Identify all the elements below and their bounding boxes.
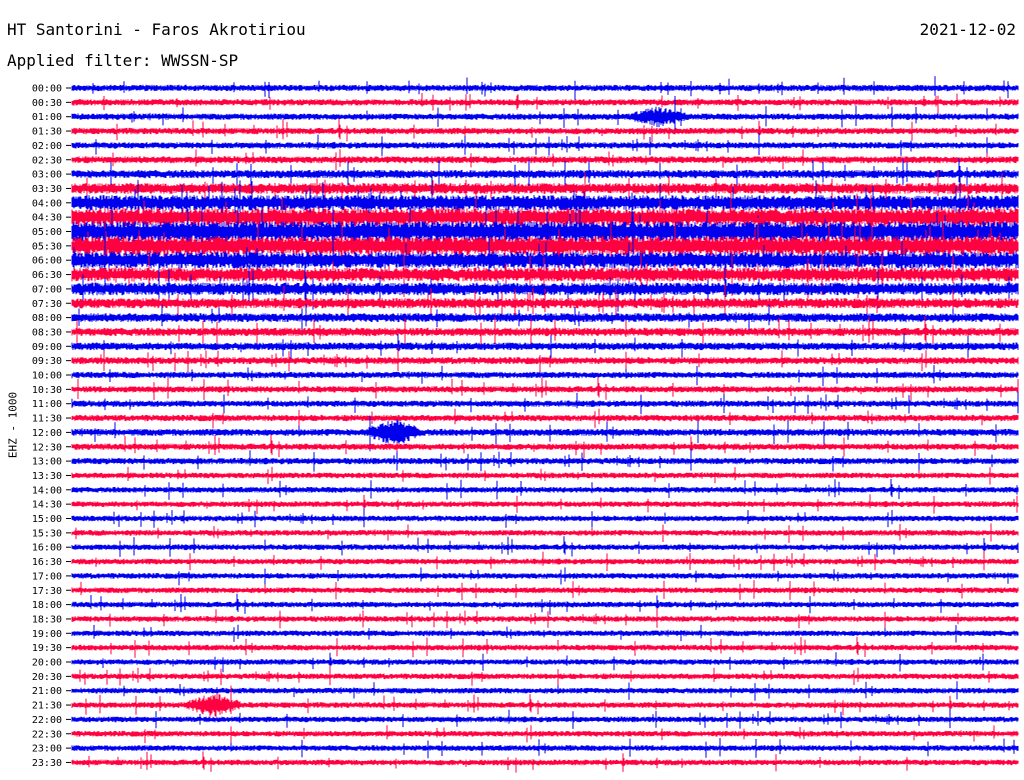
time-tick-label: 01:30: [32, 127, 62, 138]
seismic-trace-1230: [71, 434, 1019, 459]
time-tick-label: 07:30: [32, 299, 62, 310]
time-tick-label: 04:00: [32, 198, 62, 209]
time-tick-label: 03:30: [32, 184, 62, 195]
time-tick-label: 05:30: [32, 241, 62, 252]
seismic-trace-1800: [71, 593, 1019, 615]
time-tick-label: 22:30: [32, 729, 62, 740]
seismic-trace-2330: [71, 751, 1019, 773]
time-tick-label: 01:00: [32, 112, 62, 123]
seismic-trace-0930: [71, 347, 1019, 373]
time-tick-label: 19:30: [32, 643, 62, 654]
seismic-trace-1730: [71, 580, 1019, 601]
seismic-trace-1100: [71, 391, 1019, 415]
seismic-trace-2230: [71, 725, 1019, 744]
seismic-trace-1930: [71, 636, 1019, 658]
seismic-trace-0200: [71, 133, 1019, 156]
time-tick-label: 00:30: [32, 98, 62, 109]
time-tick-label: 14:30: [32, 500, 62, 511]
helicorder-plot: 00:00 00:30 01:00 01:30 02:00 02:30 03:00 03:30…: [32, 76, 1019, 773]
time-tick-label: 21:30: [32, 701, 62, 712]
seismic-trace-1000: [71, 365, 1019, 387]
time-tick-label: 07:00: [32, 284, 62, 295]
seismic-trace-1430: [71, 494, 1019, 515]
time-tick-label: 21:00: [32, 686, 62, 697]
seismic-trace-2000: [71, 652, 1019, 673]
time-tick-label: 12:30: [32, 442, 62, 453]
time-tick-label: 17:30: [32, 586, 62, 597]
time-tick-label: 20:00: [32, 658, 62, 669]
time-tick-label: 15:00: [32, 514, 62, 525]
seismic-trace-1130: [71, 408, 1019, 429]
time-tick-label: 11:30: [32, 414, 62, 425]
time-tick-label: 15:30: [32, 528, 62, 539]
seismic-trace-1530: [71, 523, 1019, 543]
time-tick-label: 12:00: [32, 428, 62, 439]
seismic-trace-2030: [71, 665, 1019, 686]
time-tick-label: 13:00: [32, 457, 62, 468]
time-tick-label: 22:00: [32, 715, 62, 726]
time-tick-label: 08:00: [32, 313, 62, 324]
time-tick-label: 14:00: [32, 485, 62, 496]
seismic-trace-2300: [71, 738, 1019, 759]
time-tick-label: 18:00: [32, 600, 62, 611]
time-tick-label: 08:30: [32, 327, 62, 338]
time-tick-label: 10:00: [32, 371, 62, 382]
time-tick-label: 16:30: [32, 557, 62, 568]
time-tick-label: 02:30: [32, 155, 62, 166]
seismic-trace-1700: [71, 567, 1019, 586]
seismic-trace-1900: [71, 624, 1019, 643]
channel-axis-label: EHZ - 1000: [6, 391, 20, 459]
seismic-trace-1400: [71, 478, 1019, 500]
time-tick-label: 19:00: [32, 629, 62, 640]
time-tick-label: 03:00: [32, 170, 62, 181]
seismic-trace-1630: [71, 550, 1019, 571]
time-tick-label: 13:30: [32, 471, 62, 482]
seismic-trace-1030: [71, 377, 1019, 401]
time-tick-label: 09:30: [32, 356, 62, 367]
seismogram-page: HT Santorini - Faros Akrotiriou 2021-12-…: [0, 0, 1024, 780]
time-tick-label: 09:00: [32, 342, 62, 353]
time-tick-label: 10:30: [32, 385, 62, 396]
time-tick-label: 16:00: [32, 543, 62, 554]
seismic-trace-1500: [71, 507, 1019, 528]
time-tick-label: 05:00: [32, 227, 62, 238]
time-tick-label: 00:00: [32, 84, 62, 95]
seismic-trace-1330: [71, 466, 1019, 485]
seismic-trace-0900: [71, 333, 1019, 360]
time-tick-label: 23:30: [32, 758, 62, 769]
seismic-trace-1830: [71, 608, 1019, 629]
seismic-trace-0000: [71, 76, 1019, 101]
time-tick-label: 04:30: [32, 213, 62, 224]
time-tick-label: 11:00: [32, 399, 62, 410]
seismic-trace-0130: [71, 118, 1019, 143]
seismic-trace-1300: [71, 449, 1019, 472]
time-tick-label: 06:30: [32, 270, 62, 281]
time-tick-label: 02:00: [32, 141, 62, 152]
time-tick-label: 20:30: [32, 672, 62, 683]
seismic-trace-0030: [71, 93, 1019, 114]
seismic-trace-1600: [71, 536, 1019, 558]
time-tick-label: 17:00: [32, 571, 62, 582]
seismic-trace-0230: [71, 149, 1019, 171]
time-tick-label: 06:00: [32, 256, 62, 267]
time-tick-label: 23:00: [32, 744, 62, 755]
time-tick-label: 18:30: [32, 614, 62, 625]
